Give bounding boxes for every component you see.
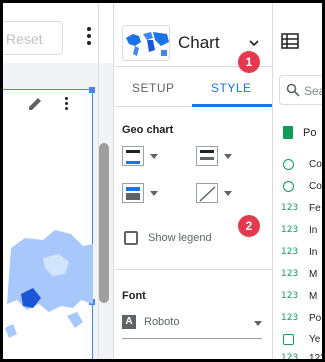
field-name: In: [309, 247, 318, 258]
data-source-name[interactable]: Po: [303, 127, 316, 139]
panel-tabs: SETUP STYLE: [114, 67, 272, 107]
number-field-icon: 123: [281, 353, 299, 362]
field-item[interactable]: 123 M: [281, 291, 322, 305]
number-field-icon: 123: [281, 203, 299, 213]
chart-type-thumbnail[interactable]: [122, 25, 170, 61]
more-options-icon[interactable]: [83, 27, 95, 49]
field-name: Fe: [309, 203, 321, 214]
show-legend-checkbox[interactable]: [124, 231, 138, 245]
search-placeholder: Sea: [304, 84, 325, 98]
canvas-scrollbar[interactable]: [99, 143, 109, 303]
geo-field-icon: [283, 159, 294, 170]
dropdown-arrow-icon: [254, 321, 262, 326]
font-section-title: Font: [122, 290, 146, 302]
geo-field-icon: [283, 181, 294, 192]
number-field-icon: 123: [281, 313, 299, 323]
annotation-badge-2: 2: [238, 215, 260, 237]
number-field-icon: 123: [281, 225, 299, 235]
resize-handle[interactable]: [89, 87, 95, 93]
field-item[interactable]: Co: [281, 181, 322, 195]
canvas-toolbar: Reset: [3, 3, 113, 63]
world-map-icon: [123, 26, 169, 60]
report-canvas: Reset: [3, 3, 113, 359]
section-divider: [114, 269, 272, 270]
dropdown-arrow-icon: [224, 191, 232, 196]
chart-menu-icon[interactable]: [61, 97, 71, 113]
section-title: Geo chart: [122, 124, 174, 136]
swatch: [196, 146, 218, 166]
field-name: Po: [309, 313, 322, 324]
field-item[interactable]: Ye: [281, 334, 322, 348]
date-field-icon: [283, 334, 294, 345]
swatch: [122, 146, 144, 166]
number-field-icon: 123: [281, 269, 299, 279]
data-panel: Sea Po Co Co 123 Fe 123 In 123 In 123 M: [273, 3, 325, 362]
search-icon: [286, 83, 300, 97]
border-weight-picker[interactable]: [196, 146, 232, 168]
field-name: In: [309, 225, 318, 236]
font-family-value: Roboto: [144, 316, 180, 328]
screenshot-frame: Reset Chart SETUP STYLE Geo chart Show l…: [0, 0, 325, 362]
data-table-icon[interactable]: [281, 33, 299, 49]
swatch: [196, 183, 218, 203]
field-item[interactable]: 123 In: [281, 247, 322, 261]
show-legend-label: Show legend: [148, 232, 212, 244]
panel-title: Chart: [178, 33, 220, 52]
fill-color-picker[interactable]: [122, 183, 158, 205]
field-item[interactable]: 123 Fe: [281, 203, 322, 217]
number-field-icon: 123: [281, 247, 299, 257]
field-item[interactable]: 123 M: [281, 269, 322, 283]
field-name: Ye: [309, 334, 321, 345]
reset-button[interactable]: Reset: [3, 21, 63, 55]
font-icon: A: [122, 315, 136, 329]
dropdown-arrow-icon: [150, 154, 158, 159]
active-tab-indicator: [192, 104, 272, 107]
tab-setup[interactable]: SETUP: [132, 81, 175, 95]
geo-map-preview: [5, 230, 93, 338]
field-item[interactable]: 123 123: [281, 353, 325, 362]
properties-panel: Chart SETUP STYLE Geo chart Show legend …: [113, 3, 273, 359]
font-family-select[interactable]: A Roboto: [122, 311, 262, 339]
field-item[interactable]: 123 In: [281, 225, 322, 239]
number-field-icon: 123: [281, 291, 299, 301]
edit-pencil-icon[interactable]: [27, 96, 43, 112]
field-name: Co: [309, 159, 322, 170]
no-fill-picker[interactable]: [196, 183, 232, 205]
field-name: 123: [309, 353, 325, 362]
annotation-badge-1: 1: [238, 51, 260, 73]
border-color-picker[interactable]: [122, 146, 158, 168]
field-search-input[interactable]: Sea: [279, 75, 325, 105]
dropdown-arrow-icon: [224, 154, 232, 159]
sheets-icon: [283, 126, 293, 139]
field-item[interactable]: 123 Po: [281, 313, 322, 327]
field-name: M: [309, 291, 318, 302]
swatch: [122, 183, 144, 203]
chevron-down-icon[interactable]: [248, 37, 260, 49]
dropdown-arrow-icon: [150, 191, 158, 196]
field-name: M: [309, 269, 318, 280]
tab-style[interactable]: STYLE: [211, 81, 252, 95]
field-item[interactable]: Co: [281, 159, 322, 173]
field-name: Co: [309, 181, 322, 192]
